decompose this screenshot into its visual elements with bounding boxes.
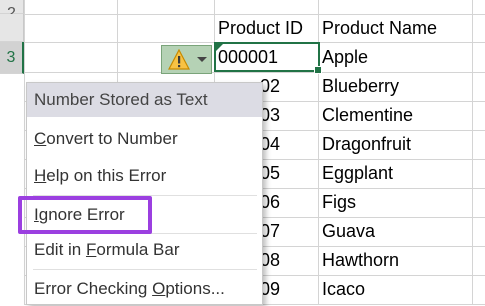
menu-item-accelerator: F [85,240,97,259]
spreadsheet-grid: 2 3 Product ID Product Name 000001 Apple… [0,0,485,305]
menu-item-label: ptions... [165,279,225,298]
header-cell-product-name[interactable]: Product Name [318,14,472,42]
menu-separator [33,269,257,270]
cell-value: 02 [260,76,281,96]
cell-value: 07 [260,221,281,241]
grid-line [24,0,25,305]
grid-line [472,0,473,305]
cell-product-name[interactable]: Figs [318,188,472,217]
cell-product-name[interactable]: Hawthorn [318,246,472,275]
error-options-menu: Number Stored as Text Convert to Number … [26,82,263,305]
cell-value: Icaco [322,279,366,299]
menu-item-help-on-error[interactable]: Help on this Error [27,159,262,193]
row-header-2[interactable]: 2 [0,0,24,22]
menu-item-label: ormula Bar [96,240,180,259]
cell-product-name[interactable]: Apple [318,43,472,72]
cell-product-id[interactable]: 08 [256,246,318,275]
cell-product-name[interactable]: Blueberry [318,72,472,101]
menu-item-label: Error Checking [34,279,153,298]
cell-product-name[interactable]: Eggplant [318,159,472,188]
cell-product-name[interactable]: Guava [318,217,472,246]
cell-product-id[interactable]: 06 [256,188,318,217]
menu-item-accelerator: H [34,166,47,185]
cell-value: Dragonfruit [322,134,412,154]
menu-item-error-checking-options[interactable]: Error Checking Options... [27,272,262,306]
menu-item-label: Edit in [34,240,86,259]
cell-value: Eggplant [322,163,394,183]
cell-product-id[interactable]: 09 [256,275,318,304]
active-cell-selection [214,42,322,74]
menu-item-accelerator: O [152,279,166,298]
warning-icon [168,49,190,70]
cell-value: 03 [260,105,281,125]
cell-value: 09 [260,279,281,299]
cell-product-id[interactable]: 04 [256,130,318,159]
cell-value: 05 [260,163,281,183]
header-label: Product ID [218,18,304,38]
cell-product-name[interactable]: Dragonfruit [318,130,472,159]
cell-value: Figs [322,192,357,212]
fill-handle[interactable] [314,66,322,74]
highlight-annotation-box [18,196,152,234]
cell-product-id[interactable]: 03 [256,101,318,130]
cell-product-name[interactable]: Clementine [318,101,472,130]
row-header-3[interactable]: 3 [0,42,24,74]
cell-value: 06 [260,192,281,212]
chevron-down-icon [197,57,207,62]
cell-value: 04 [260,134,281,154]
menu-header-label: Number Stored as Text [34,90,208,109]
header-cell-product-id[interactable]: Product ID [214,14,318,42]
row-header-label: 3 [6,49,16,66]
menu-item-edit-in-formula-bar[interactable]: Edit in Formula Bar [27,233,262,267]
menu-item-label: onvert to Number [46,129,178,148]
cell-product-id[interactable]: 07 [256,217,318,246]
menu-item-accelerator: C [34,129,47,148]
cell-value: Apple [322,47,369,67]
cell-value: Clementine [322,105,414,125]
cell-value: Blueberry [322,76,400,96]
cell-value: 08 [260,250,281,270]
cell-value: Guava [322,221,376,241]
error-options-button[interactable] [161,45,212,74]
cell-product-id[interactable]: 05 [256,159,318,188]
menu-item-convert-to-number[interactable]: Convert to Number [27,122,262,156]
cell-product-name[interactable]: Icaco [318,275,472,304]
menu-header: Number Stored as Text [27,83,262,117]
error-indicator-icon [216,44,223,51]
row-header-1[interactable] [0,14,24,42]
menu-item-label: elp on this Error [46,166,167,185]
cell-value: Hawthorn [322,250,400,270]
cell-product-id[interactable]: 02 [256,72,318,101]
header-label: Product Name [322,18,438,38]
